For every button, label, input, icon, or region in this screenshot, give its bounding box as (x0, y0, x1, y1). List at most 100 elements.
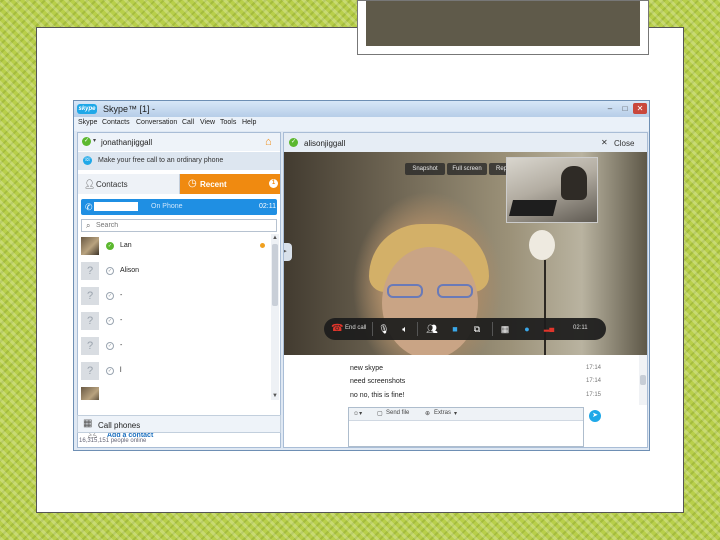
extras-button[interactable]: Extras (434, 410, 451, 416)
extras-icon[interactable]: ⊕ (425, 410, 430, 417)
list-item[interactable]: ? ✓ - (78, 309, 270, 334)
dialpad-icon[interactable]: ▦ (498, 323, 512, 335)
skype-logo: skype (77, 104, 97, 114)
chat-bubble-icon[interactable]: ● (521, 323, 533, 335)
person-icon: 👤︎ (84, 179, 96, 189)
list-item[interactable]: ? ✓ - (78, 334, 270, 359)
emoticon-icon[interactable]: ☺▾ (353, 410, 362, 417)
snapshot-button[interactable]: Snapshot (405, 163, 445, 175)
offline-status-icon: ✓ (106, 367, 114, 375)
self-view-video (506, 157, 598, 223)
list-item: need screenshots 17:14 (284, 376, 637, 388)
video-camera-icon[interactable]: ■ (448, 323, 462, 335)
call-phones-button[interactable]: ▦ Call phones (77, 415, 281, 433)
search-icon: ⌕ (86, 221, 91, 230)
minimize-button[interactable]: – (603, 103, 617, 114)
redacted-name (94, 202, 138, 211)
self-view-person (561, 166, 587, 200)
message-time: 17:14 (586, 378, 602, 384)
menu-conversation[interactable]: Conversation (136, 119, 177, 126)
left-panel: ✓ ▾ jonathanjiggall ⌂ ☏ Make your free c… (77, 132, 281, 448)
message-text: no no, this is fine! (350, 392, 405, 399)
video-feed: Snapshot Full screen Report ▸ ☎ End call… (284, 152, 647, 355)
list-item[interactable]: ✓ Lan (78, 234, 270, 259)
message-composer[interactable]: ☺▾ ▢ Send file ⊕ Extras ▾ (348, 407, 584, 447)
menu-view[interactable]: View (200, 119, 215, 126)
list-item[interactable] (78, 384, 270, 400)
active-call-item[interactable]: ✆ On Phone 02:11 (81, 199, 277, 215)
contact-list: ✓ Lan ? ✓ Alison ? ✓ - ? ✓ - ? ✓ - ? ✓ l (78, 234, 270, 400)
scrollbar-thumb[interactable] (640, 375, 646, 385)
mute-microphone-icon[interactable]: 🎙︎ (378, 323, 390, 335)
list-item: new skype 17:14 (284, 363, 637, 375)
offline-status-icon: ✓ (106, 342, 114, 350)
tab-contacts[interactable]: 👤︎ Contacts (78, 174, 180, 194)
avatar: ? (81, 262, 99, 280)
avatar: ? (81, 287, 99, 305)
scrollbar-thumb[interactable] (272, 244, 278, 306)
dialpad-icon: ▦ (83, 418, 93, 429)
contact-online-icon: ✓ (289, 138, 298, 147)
skype-window: skype Skype™ [1] - – □ ✕ Skype Contacts … (73, 100, 650, 451)
speaker-icon[interactable]: 🔈︎ (399, 323, 411, 335)
list-item[interactable]: ? ✓ - (78, 284, 270, 309)
share-screen-icon[interactable]: ⧉ (470, 323, 484, 335)
tab-contacts-label: Contacts (96, 180, 128, 189)
call-phones-label: Call phones (98, 421, 141, 430)
contact-scrollbar[interactable]: ▲ ▼ (271, 234, 279, 400)
activity-indicator (260, 243, 265, 248)
call-controls: ☎ End call 🎙︎ 🔈︎ 👥︎ ■ ⧉ ▦ ● ▂▄ 02:11 (324, 318, 606, 340)
signal-strength-icon: ▂▄ (543, 325, 555, 332)
recent-count-badge: 1 (269, 179, 278, 188)
send-file-button[interactable]: Send file (386, 410, 409, 416)
offline-status-icon: ✓ (106, 267, 114, 275)
phone-icon: ✆ (85, 202, 93, 212)
message-time: 17:15 (586, 392, 602, 398)
video-lamp-pole (544, 260, 546, 355)
menu-tools[interactable]: Tools (220, 119, 236, 126)
end-call-icon[interactable]: ☎ (331, 323, 343, 335)
online-status-icon: ✓ (106, 242, 114, 250)
scroll-down-icon[interactable]: ▼ (271, 392, 279, 400)
maximize-button[interactable]: □ (618, 103, 632, 114)
profile-bar[interactable]: ✓ ▾ jonathanjiggall ⌂ (78, 133, 280, 151)
window-close-button[interactable]: ✕ (633, 103, 647, 114)
list-item: no no, this is fine! 17:15 (284, 390, 637, 402)
avatar (81, 387, 99, 400)
avatar: ? (81, 362, 99, 380)
message-history: new skype 17:14 need screenshots 17:14 n… (284, 355, 647, 405)
home-icon[interactable]: ⌂ (265, 136, 272, 148)
close-conversation-button[interactable]: Close (614, 139, 634, 148)
call-status: On Phone (151, 203, 183, 210)
menu-contacts[interactable]: Contacts (102, 119, 130, 126)
search-input[interactable] (96, 221, 271, 230)
menu-help[interactable]: Help (242, 119, 256, 126)
scroll-up-icon[interactable]: ▲ (271, 234, 279, 242)
menu-bar: Skype Contacts Conversation Call View To… (74, 117, 649, 131)
end-call-label[interactable]: End call (345, 325, 366, 331)
add-people-icon[interactable]: 👥︎ (425, 323, 439, 335)
slide-title-fill (366, 1, 640, 46)
menu-call[interactable]: Call (182, 119, 194, 126)
avatar: ? (81, 312, 99, 330)
divider (372, 322, 373, 336)
tab-recent[interactable]: ◷ Recent 1 (180, 174, 280, 194)
call-time: 02:11 (259, 203, 276, 210)
close-icon[interactable]: ✕ (601, 138, 608, 147)
extras-caret-icon[interactable]: ▾ (454, 410, 457, 417)
message-scrollbar[interactable] (639, 355, 647, 405)
menu-skype[interactable]: Skype (78, 119, 97, 126)
list-item[interactable]: ? ✓ l (78, 359, 270, 384)
contact-name: - (120, 342, 123, 349)
list-item[interactable]: ? ✓ Alison (78, 259, 270, 284)
send-message-button[interactable]: ➤ (589, 410, 601, 422)
call-phone-promo[interactable]: ☏ Make your free call to an ordinary pho… (78, 152, 280, 170)
status-caret-icon[interactable]: ▾ (93, 137, 96, 144)
profile-toggle-icon[interactable]: ▸ (284, 243, 292, 261)
full-screen-button[interactable]: Full screen (447, 163, 487, 175)
people-online-count: 16,315,151 people online (79, 438, 147, 444)
send-file-icon[interactable]: ▢ (377, 410, 383, 417)
divider (492, 322, 493, 336)
profile-name[interactable]: jonathanjiggall (101, 138, 152, 147)
conversation-contact-name: alisonjiggall (304, 139, 346, 148)
